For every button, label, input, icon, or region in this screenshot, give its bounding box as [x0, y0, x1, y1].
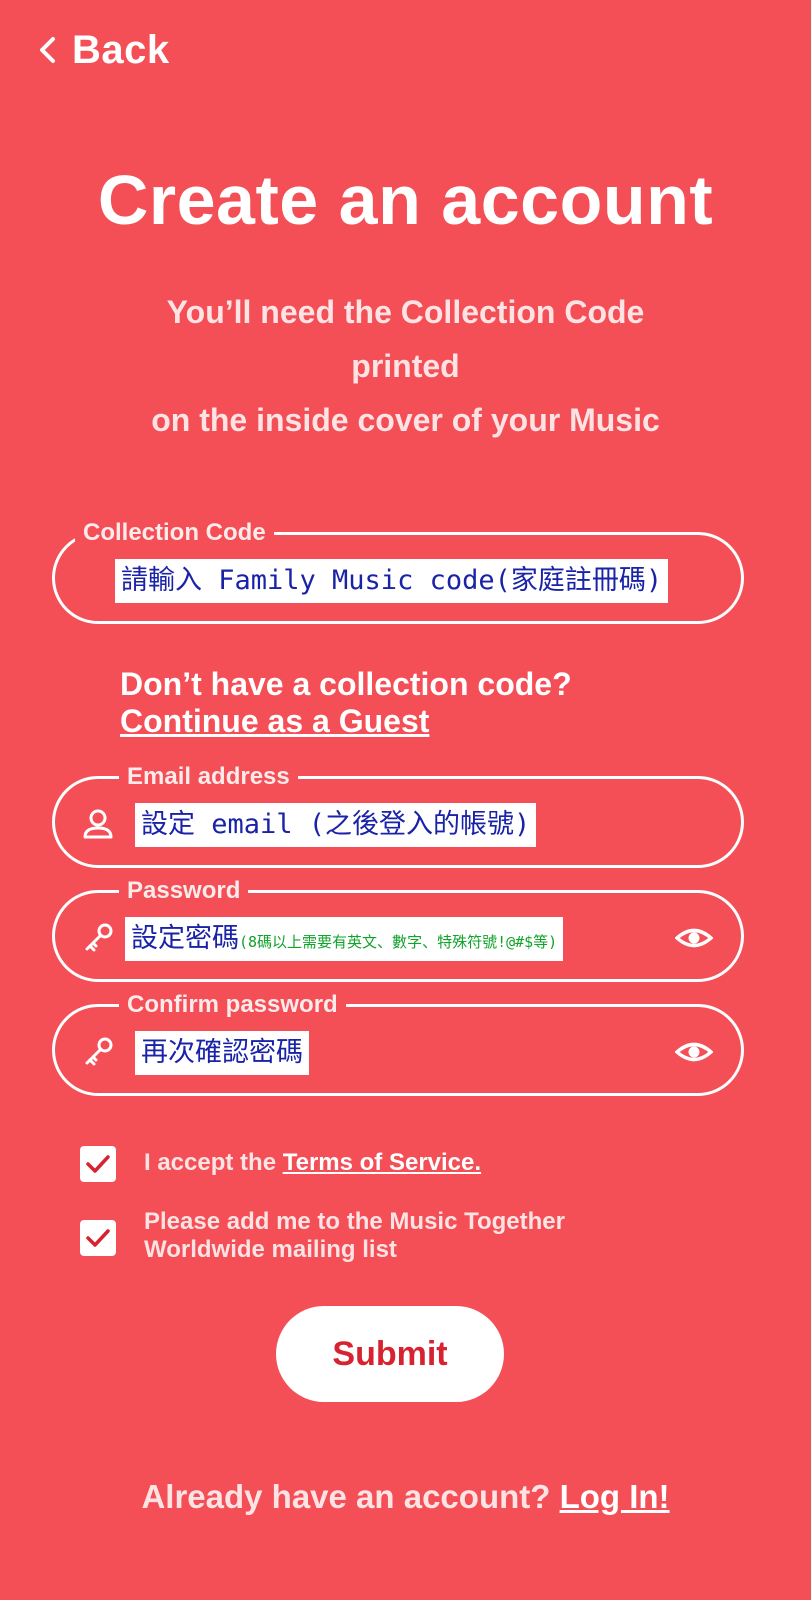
no-code-question: Don’t have a collection code? [120, 666, 572, 702]
key-icon [85, 1037, 113, 1066]
email-label: Email address [119, 762, 298, 792]
confirm-password-label: Confirm password [119, 990, 346, 1020]
password-hint-main: 設定密碼 [131, 923, 239, 954]
back-button[interactable]: Back [36, 24, 170, 76]
password-field[interactable]: Password 設定密碼(8碼以上需要有英文、數字、特殊符號!@#$等) [52, 876, 744, 982]
back-label: Back [72, 27, 170, 72]
subtitle-line-1: You’ll need the Collection Code [166, 294, 645, 330]
create-account-screen: Back Create an account You’ll need the C… [0, 0, 811, 1600]
password-hint: 設定密碼(8碼以上需要有英文、數字、特殊符號!@#$等) [125, 917, 564, 961]
terms-text: I accept the Terms of Service. [144, 1149, 481, 1177]
eye-icon[interactable] [675, 921, 713, 955]
log-in-link[interactable]: Log In! [560, 1478, 670, 1515]
confirm-password-field[interactable]: Confirm password 再次確認密碼 [52, 990, 744, 1096]
collection-code-field[interactable]: Collection Code 請輸入 Family Music code(家庭… [52, 518, 744, 624]
email-hint: 設定 email (之後登入的帳號) [135, 803, 537, 847]
mailing-list-checkbox[interactable] [80, 1220, 116, 1256]
login-prompt-text: Already have an account? [141, 1478, 560, 1515]
checkmark-icon [86, 1229, 110, 1247]
page-subtitle: You’ll need the Collection Code printed … [60, 285, 751, 447]
collection-code-label: Collection Code [75, 518, 274, 548]
eye-icon[interactable] [675, 1035, 713, 1069]
login-prompt: Already have an account? Log In! [0, 1478, 811, 1516]
terms-checkbox[interactable] [80, 1146, 116, 1182]
subtitle-line-3: on the inside cover of your Music [151, 402, 660, 438]
user-icon [83, 809, 113, 839]
key-icon [85, 923, 113, 952]
terms-row: I accept the Terms of Service. [80, 1146, 481, 1182]
terms-prefix: I accept the [144, 1149, 283, 1176]
password-hint-rules: (8碼以上需要有英文、數字、特殊符號!@#$等) [239, 933, 558, 951]
password-label: Password [119, 876, 249, 906]
chevron-left-icon [40, 37, 55, 63]
mailing-list-line-1: Please add me to the Music Together [144, 1208, 565, 1235]
mailing-list-text: Please add me to the Music Together Worl… [144, 1208, 565, 1264]
terms-of-service-link[interactable]: Terms of Service. [283, 1149, 481, 1176]
page-title: Create an account [97, 161, 714, 239]
subtitle-line-2: printed [351, 348, 460, 384]
checkmark-icon [86, 1155, 110, 1173]
submit-button[interactable]: Submit [276, 1306, 504, 1402]
mailing-list-line-2: Worldwide mailing list [144, 1236, 397, 1263]
collection-code-hint: 請輸入 Family Music code(家庭註冊碼) [115, 559, 669, 603]
continue-as-guest-link[interactable]: Continue as a Guest [120, 703, 429, 740]
mailing-list-row: Please add me to the Music Together Worl… [80, 1208, 565, 1264]
confirm-password-hint: 再次確認密碼 [135, 1031, 309, 1075]
email-field[interactable]: Email address 設定 email (之後登入的帳號) [52, 762, 744, 868]
